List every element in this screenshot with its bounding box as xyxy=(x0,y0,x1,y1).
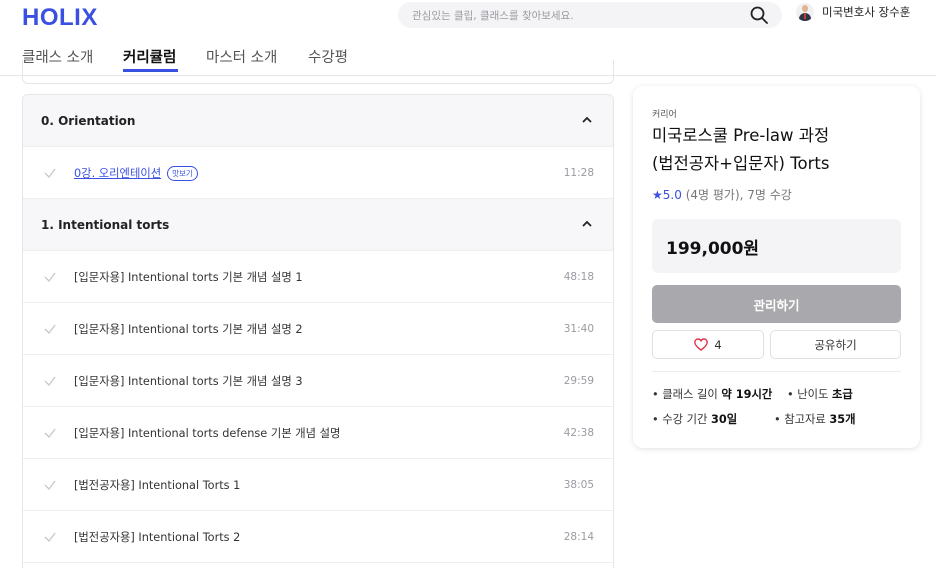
divider xyxy=(652,371,901,372)
lesson-title-text[interactable]: 0강. 오리엔테이션 xyxy=(74,167,161,180)
rating-score: 5.0 xyxy=(662,188,682,202)
lesson-title[interactable]: [입문자용] Intentional torts 기본 개념 설명 2 xyxy=(74,321,303,337)
reference-materials-value: 35개 xyxy=(829,413,856,426)
course-title: 미국로스쿨 Pre-law 과정 (법전공자+입문자) Torts xyxy=(652,122,902,178)
lesson-row[interactable]: [입문자용] Intentional torts 기본 개념 설명 2 31:4… xyxy=(23,303,613,355)
check-icon xyxy=(44,480,56,490)
lesson-duration: 28:14 xyxy=(563,530,594,543)
manage-button[interactable]: 관리하기 xyxy=(652,285,901,323)
curriculum-list: 0. Orientation 0강. 오리엔테이션 맛보기 11:28 1. In… xyxy=(22,94,614,568)
lesson-row[interactable]: [법전공자용] Intentional Torts 1 38:05 xyxy=(23,459,613,511)
lesson-row[interactable]: [법전공자용] Intentional Torts 2 28:14 xyxy=(23,511,613,563)
reference-materials: • 참고자료 35개 xyxy=(774,411,856,427)
class-length-label: • 클래스 길이 xyxy=(652,388,722,401)
difficulty: • 난이도 초급 xyxy=(787,386,853,402)
check-icon xyxy=(44,272,56,282)
like-button[interactable]: 4 xyxy=(652,330,764,359)
lesson-row[interactable]: [입문자용] Intentional torts defense 기본 개념 설… xyxy=(23,407,613,459)
course-title-line: 미국로스쿨 Pre-law 과정 xyxy=(652,126,830,145)
check-icon xyxy=(44,376,56,386)
previous-block-edge xyxy=(22,60,614,84)
section-title: 0. Orientation xyxy=(41,113,136,128)
lesson-duration: 11:28 xyxy=(563,166,594,179)
course-category: 커리어 xyxy=(652,110,677,120)
enroll-period-label: • 수강 기간 xyxy=(652,413,712,426)
lesson-duration: 42:38 xyxy=(563,426,594,439)
class-length-value: 약 19시간 xyxy=(721,388,773,401)
lesson-row[interactable]: [입문자용] Intentional torts 기본 개념 설명 3 29:5… xyxy=(23,355,613,407)
like-count: 4 xyxy=(714,337,722,352)
heart-icon xyxy=(694,338,709,351)
share-button[interactable]: 공유하기 xyxy=(770,330,901,359)
rating-detail: (4명 평가), 7명 수강 xyxy=(685,188,792,202)
course-title-line: (법전공자+입문자) Torts xyxy=(652,154,830,173)
difficulty-value: 초급 xyxy=(832,388,853,401)
check-icon xyxy=(44,168,56,178)
search-input[interactable]: 관심있는 클립, 클래스를 찾아보세요. xyxy=(412,8,782,23)
section-title: 1. Intentional torts xyxy=(41,217,170,232)
avatar xyxy=(796,3,814,21)
lesson-title[interactable]: 0강. 오리엔테이션 맛보기 xyxy=(74,165,198,181)
price-box: 199,000원 xyxy=(652,219,901,273)
lesson-duration: 29:59 xyxy=(563,374,594,387)
lesson-title[interactable]: [입문자용] Intentional torts 기본 개념 설명 1 xyxy=(74,269,303,285)
chevron-up-icon[interactable] xyxy=(581,114,593,126)
check-icon xyxy=(44,532,56,542)
lesson-duration: 48:18 xyxy=(563,270,594,283)
difficulty-label: • 난이도 xyxy=(787,388,833,401)
top-header: HOLIX 관심있는 클립, 클래스를 찾아보세요. 미국변호사 장수훈 xyxy=(0,0,936,34)
class-length: • 클래스 길이 약 19시간 xyxy=(652,386,772,402)
lesson-duration: 31:40 xyxy=(563,322,594,335)
search-bar[interactable]: 관심있는 클립, 클래스를 찾아보세요. xyxy=(398,2,782,28)
lesson-title[interactable]: [입문자용] Intentional torts defense 기본 개념 설… xyxy=(74,425,340,441)
reference-materials-label: • 참고자료 xyxy=(774,413,830,426)
check-icon xyxy=(44,428,56,438)
user-menu[interactable]: 미국변호사 장수훈 xyxy=(796,3,910,21)
lesson-title[interactable]: [입문자용] Intentional torts 기본 개념 설명 3 xyxy=(74,373,303,389)
check-icon xyxy=(44,324,56,334)
star-icon: ★ xyxy=(652,188,663,202)
lesson-title[interactable]: [법전공자용] Intentional Torts 1 xyxy=(74,477,240,493)
preview-badge: 맛보기 xyxy=(167,165,198,181)
section-header[interactable]: 0. Orientation xyxy=(23,95,613,147)
enroll-period-value: 30일 xyxy=(711,413,738,426)
course-price: 199,000원 xyxy=(666,238,760,259)
chevron-up-icon[interactable] xyxy=(581,218,593,230)
lesson-title[interactable]: [법전공자용] Intentional Torts 2 xyxy=(74,529,240,545)
course-rating: ★5.0 (4명 평가), 7명 수강 xyxy=(652,186,792,203)
course-card: 커리어 미국로스쿨 Pre-law 과정 (법전공자+입문자) Torts ★5… xyxy=(633,86,920,448)
lesson-row[interactable]: 0강. 오리엔테이션 맛보기 11:28 xyxy=(23,147,613,199)
user-name: 미국변호사 장수훈 xyxy=(822,5,911,19)
search-icon[interactable] xyxy=(749,5,769,25)
holix-logo[interactable]: HOLIX xyxy=(22,4,98,32)
lesson-duration: 38:05 xyxy=(563,478,594,491)
lesson-row[interactable]: [입문자용] Intentional torts 기본 개념 설명 1 48:1… xyxy=(23,251,613,303)
enroll-period: • 수강 기간 30일 xyxy=(652,411,737,427)
section-header[interactable]: 1. Intentional torts xyxy=(23,199,613,251)
